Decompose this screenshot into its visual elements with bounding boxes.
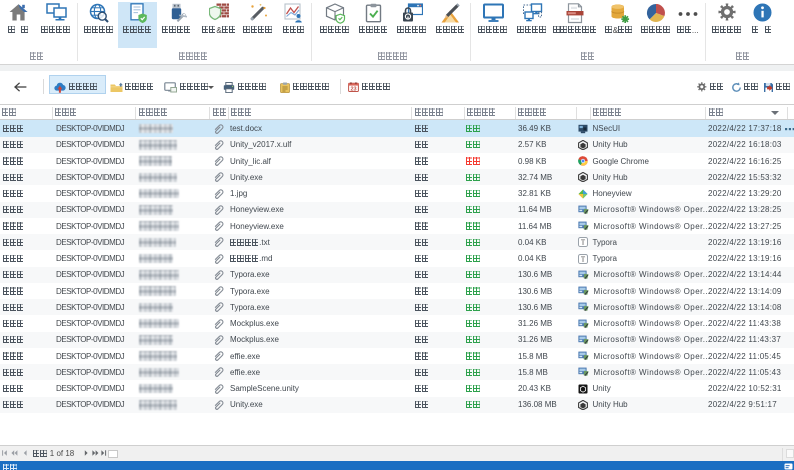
svg-text:23: 23 [350,87,356,92]
svg-text:T: T [581,255,586,263]
svg-text:T: T [581,239,586,247]
